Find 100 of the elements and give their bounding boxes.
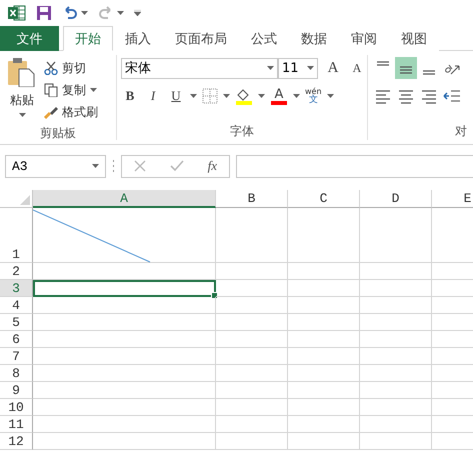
caret-icon[interactable] xyxy=(267,66,274,70)
row-header[interactable]: 11 xyxy=(0,416,33,433)
grid-cell[interactable] xyxy=(360,416,432,433)
borders-icon[interactable] xyxy=(202,88,218,104)
grid-cell[interactable] xyxy=(216,297,288,314)
grid-cell[interactable] xyxy=(33,399,216,416)
grid-cell[interactable] xyxy=(360,331,432,348)
row-header[interactable]: 4 xyxy=(0,297,33,314)
grid-cell[interactable] xyxy=(360,399,432,416)
column-header[interactable]: C xyxy=(288,190,360,208)
paste-button[interactable]: 粘贴 xyxy=(10,89,34,111)
column-header[interactable]: B xyxy=(216,190,288,208)
grid-cell[interactable] xyxy=(33,433,216,450)
row-header[interactable]: 2 xyxy=(0,263,33,280)
grid-cell[interactable] xyxy=(216,433,288,450)
spreadsheet-logo-icon[interactable] xyxy=(8,4,26,20)
font-name-field[interactable]: 宋体 xyxy=(121,58,278,78)
grid-cell[interactable] xyxy=(33,348,216,365)
grid-cell[interactable] xyxy=(33,314,216,331)
fill-handle[interactable] xyxy=(211,292,218,299)
row-header[interactable]: 7 xyxy=(0,348,33,365)
bold-button[interactable]: B xyxy=(121,85,139,107)
grid-cell[interactable] xyxy=(288,365,360,382)
grid-cell[interactable] xyxy=(216,416,288,433)
format-painter-button[interactable]: 格式刷 xyxy=(62,104,98,120)
caret-icon[interactable] xyxy=(223,94,230,98)
insert-function-button[interactable]: fx xyxy=(208,158,218,174)
grid-cell[interactable] xyxy=(288,399,360,416)
grid-cell[interactable] xyxy=(360,263,432,280)
grid-cell[interactable] xyxy=(360,208,432,263)
row-header[interactable]: 8 xyxy=(0,365,33,382)
grid-cell[interactable] xyxy=(360,382,432,399)
row-header[interactable]: 10 xyxy=(0,399,33,416)
grid-cell[interactable] xyxy=(360,365,432,382)
row-header[interactable]: 5 xyxy=(0,314,33,331)
clipboard-icon[interactable] xyxy=(7,57,37,87)
grid-cell[interactable] xyxy=(216,399,288,416)
grid-cell[interactable] xyxy=(216,263,288,280)
grid-cell[interactable] xyxy=(288,416,360,433)
copy-button[interactable]: 复制 xyxy=(62,82,86,98)
row-header[interactable]: 3 xyxy=(0,280,33,297)
grow-font-button[interactable]: A xyxy=(324,57,342,79)
caret-icon[interactable] xyxy=(92,164,99,168)
customize-toolbar-icon[interactable] xyxy=(134,10,141,16)
cancel-icon[interactable] xyxy=(134,160,146,172)
copy-icon[interactable] xyxy=(44,83,58,97)
grid-cell[interactable] xyxy=(33,331,216,348)
grid-cell[interactable] xyxy=(288,348,360,365)
ribbon-tab[interactable]: 开始 xyxy=(63,26,113,51)
row-header[interactable]: 1 xyxy=(0,208,33,263)
row-header[interactable]: 9 xyxy=(0,382,33,399)
grid-cell[interactable] xyxy=(360,348,432,365)
grid-cell[interactable] xyxy=(33,208,216,263)
fill-color-icon[interactable] xyxy=(235,87,253,105)
check-icon[interactable] xyxy=(170,160,184,172)
font-size-field[interactable]: 11 xyxy=(278,58,318,78)
grid-cell[interactable] xyxy=(33,263,216,280)
column-header[interactable]: D xyxy=(360,190,432,208)
grid-cell[interactable] xyxy=(288,208,360,263)
grid-cell[interactable] xyxy=(216,280,288,297)
grid-cell[interactable] xyxy=(360,280,432,297)
name-box[interactable]: A3 xyxy=(5,154,106,178)
grid-cell[interactable] xyxy=(288,263,360,280)
caret-icon[interactable] xyxy=(293,94,300,98)
phonetic-character-label[interactable]: 文 xyxy=(308,96,318,104)
scissors-icon[interactable] xyxy=(44,61,58,75)
caret-icon[interactable] xyxy=(258,94,265,98)
grid-cell[interactable] xyxy=(288,314,360,331)
grid-cell[interactable] xyxy=(216,348,288,365)
grid-cell[interactable] xyxy=(216,314,288,331)
save-icon[interactable] xyxy=(36,4,52,20)
cut-button[interactable]: 剪切 xyxy=(62,60,86,76)
file-tab[interactable]: 文件 xyxy=(0,26,59,51)
row-header[interactable]: 12 xyxy=(0,433,33,450)
caret-icon[interactable] xyxy=(190,94,197,98)
grid-cell[interactable] xyxy=(33,297,216,314)
grid-cell[interactable] xyxy=(288,433,360,450)
grid-cell[interactable] xyxy=(33,365,216,382)
grid-cell[interactable] xyxy=(288,280,360,297)
column-header[interactable]: A xyxy=(33,190,216,208)
italic-button[interactable]: I xyxy=(144,85,162,107)
grid-cell[interactable] xyxy=(216,331,288,348)
grid-cell[interactable] xyxy=(33,416,216,433)
grid-cell[interactable] xyxy=(360,433,432,450)
grid-cell[interactable] xyxy=(288,382,360,399)
underline-button[interactable]: U xyxy=(167,85,185,107)
grid-cell[interactable] xyxy=(216,382,288,399)
grid-cell[interactable] xyxy=(360,297,432,314)
caret-icon[interactable] xyxy=(90,88,97,92)
grid-cell[interactable] xyxy=(288,331,360,348)
font-color-button[interactable]: A xyxy=(270,87,288,101)
row-header[interactable]: 6 xyxy=(0,331,33,348)
grid-cell[interactable] xyxy=(33,382,216,399)
grid-cell[interactable] xyxy=(360,314,432,331)
caret-icon[interactable] xyxy=(18,113,26,117)
shrink-font-button[interactable]: A xyxy=(348,57,366,79)
caret-icon[interactable] xyxy=(307,66,314,70)
paintbrush-icon[interactable] xyxy=(44,105,58,119)
phonetic-pinyin-label[interactable]: wén xyxy=(305,88,322,96)
grid-cell[interactable] xyxy=(33,280,216,297)
